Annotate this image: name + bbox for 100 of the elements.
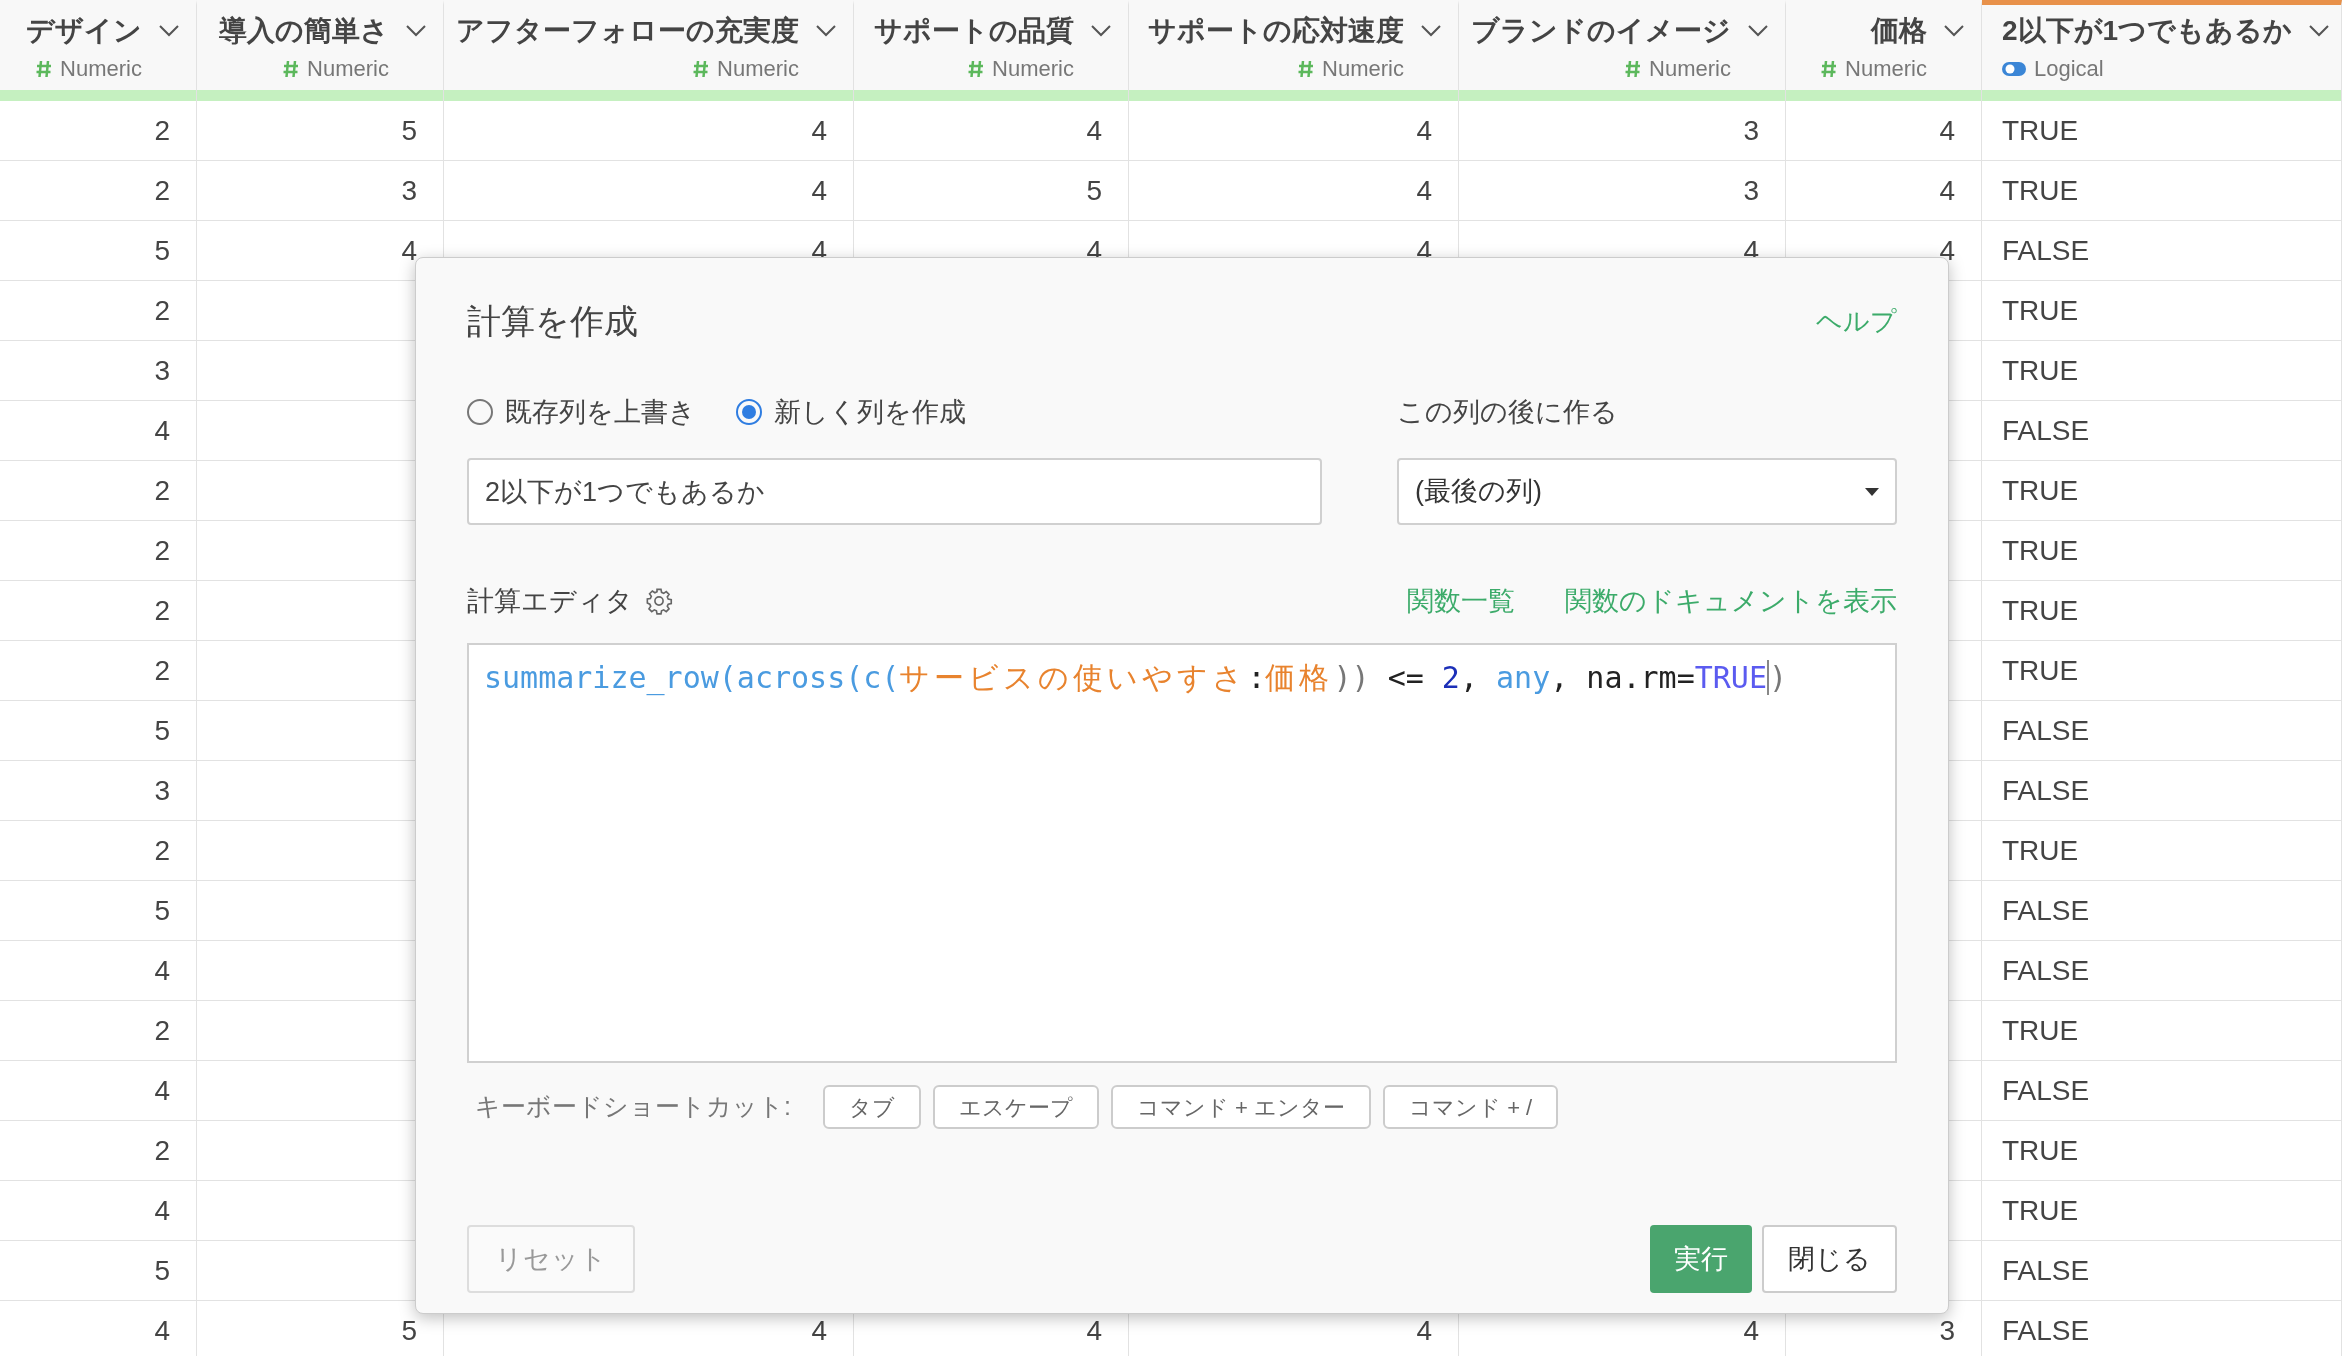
table-cell-text: FALSE (2002, 233, 2090, 268)
radio-button[interactable] (467, 399, 493, 425)
column-header[interactable]: 2以下が1つでもあるか Logical (1982, 0, 2342, 90)
radio-option[interactable]: 新しく列を作成 (736, 391, 966, 433)
shortcuts-label: キーボードショートカット: (475, 1091, 791, 1123)
column-name: ブランドのイメージ (1471, 14, 1731, 48)
column-type: Numeric (307, 55, 389, 83)
table-cell-text: 4 (1939, 173, 1955, 208)
column-type: Numeric (1322, 55, 1404, 83)
column-header[interactable]: サポートの応対速度 Numeric (1129, 0, 1459, 90)
chevron-down-icon[interactable] (1420, 24, 1442, 38)
table-cell-text: 3 (401, 173, 417, 208)
column-header[interactable]: デザイン Numeric (0, 0, 197, 90)
column-name: 2以下が1つでもあるか (2002, 14, 2293, 48)
table-cell-text: 4 (1743, 1313, 1759, 1348)
table-cell-text: 3 (1939, 1313, 1955, 1348)
caret-icon (1865, 487, 1879, 496)
column-header[interactable]: 価格 Numeric (1786, 0, 1982, 90)
table-cell-text: 5 (154, 713, 170, 748)
chevron-down-icon[interactable] (1747, 24, 1769, 38)
table-cell-text: 4 (1416, 113, 1432, 148)
table-cell-text: 2 (154, 113, 170, 148)
editor-label: 計算エディタ (467, 584, 633, 618)
hash-icon (283, 59, 300, 78)
table-cell-text: 5 (154, 233, 170, 268)
table-cell-text: 4 (154, 413, 170, 448)
table-cell-text: FALSE (2002, 713, 2090, 748)
position-dropdown[interactable]: (最後の列) (1397, 458, 1897, 525)
table-cell-text: TRUE (2002, 833, 2079, 868)
table-cell-text: 4 (811, 1313, 827, 1348)
table-cell-text: 2 (154, 593, 170, 628)
code-editor[interactable]: summarize_row(across(c(サービスの使いやすさ:価格)) <= 2, any, na.rm=TRUE) (467, 643, 1897, 1063)
chevron-down-icon[interactable] (1943, 24, 1965, 38)
table-cell-text: 3 (154, 353, 170, 388)
table-cell-text: FALSE (2002, 1253, 2090, 1288)
table-cell-text: 4 (1939, 113, 1955, 148)
chevron-down-icon[interactable] (815, 24, 837, 38)
column-type: Numeric (1845, 55, 1927, 83)
hash-icon (1298, 59, 1315, 78)
table-cell-text: 4 (1416, 173, 1432, 208)
shortcut-key: タブ (822, 1085, 921, 1129)
chevron-down-icon[interactable] (2308, 24, 2331, 38)
table-cell-text: TRUE (2002, 653, 2079, 688)
chevron-down-icon[interactable] (1090, 24, 1112, 38)
table-cell-text: TRUE (2002, 353, 2079, 388)
table-cell-text: FALSE (2002, 413, 2090, 448)
toggle-icon (2002, 61, 2026, 76)
column-header[interactable]: 導入の簡単さ Numeric (197, 0, 444, 90)
table-cell-text: TRUE (2002, 473, 2079, 508)
table-cell-text: 2 (154, 533, 170, 568)
column-name: サポートの応対速度 (1148, 14, 1404, 48)
table-cell-text: 4 (154, 953, 170, 988)
shortcut-key: コマンド + エンター (1110, 1085, 1372, 1129)
column-type: Numeric (717, 55, 799, 83)
table-cell-text: TRUE (2002, 533, 2079, 568)
table-cell-text: 5 (154, 1253, 170, 1288)
table-cell-text: 2 (154, 473, 170, 508)
radio-button[interactable] (736, 399, 762, 425)
table-cell-text: TRUE (2002, 1013, 2079, 1048)
table-cell-text: 4 (154, 1073, 170, 1108)
column-header[interactable]: ブランドのイメージ Numeric (1459, 0, 1786, 90)
table-cell-text: 4 (811, 173, 827, 208)
table-cell-text: 4 (811, 113, 827, 148)
table-cell-text: 5 (401, 113, 417, 148)
table-cell-text: 2 (154, 1133, 170, 1168)
dialog-title: 計算を作成 (467, 300, 638, 342)
column-name-field[interactable]: 2以下が1つでもあるか (467, 458, 1322, 525)
table-cell-text: 4 (154, 1193, 170, 1228)
close-button[interactable]: 閉じる (1762, 1225, 1897, 1293)
column-name: デザイン (26, 14, 142, 48)
table-cell-text: 5 (1086, 173, 1102, 208)
table-cell-text: TRUE (2002, 113, 2079, 148)
column-type: Numeric (992, 55, 1074, 83)
code-line: summarize_row(across(c(サービスの使いやすさ:価格)) <= 2, any, na.rm=TRUE) (484, 660, 1788, 695)
field-label: この列の後に作る (1397, 395, 1619, 429)
column-header[interactable]: サポートの品質 Numeric (854, 0, 1129, 90)
table-cell-text: TRUE (2002, 173, 2079, 208)
table-cell-text: FALSE (2002, 893, 2090, 928)
table-cell-text: 2 (154, 1013, 170, 1048)
table-cell-text: 2 (154, 653, 170, 688)
table-cell-text: 2 (154, 293, 170, 328)
chevron-down-icon[interactable] (158, 24, 180, 38)
table-cell-text: TRUE (2002, 1193, 2079, 1228)
table-cell-text: 3 (1743, 113, 1759, 148)
table-cell-text: 5 (154, 893, 170, 928)
hash-icon (36, 59, 53, 78)
table-cell-text: 4 (1416, 1313, 1432, 1348)
column-type: Numeric (1649, 55, 1731, 83)
settings-icon[interactable] (645, 587, 673, 615)
shortcut-key: コマンド + / (1383, 1085, 1559, 1129)
table-cell-text: 4 (154, 1313, 170, 1348)
shortcut-key: エスケープ (932, 1085, 1099, 1129)
table-cell-text: 2 (154, 833, 170, 868)
table-cell-text: TRUE (2002, 293, 2079, 328)
chevron-down-icon[interactable] (405, 24, 427, 38)
radio-option[interactable]: 既存列を上書き (467, 391, 696, 433)
column-header[interactable]: アフターフォローの充実度 Numeric (444, 0, 854, 90)
hash-icon (968, 59, 985, 78)
column-name: アフターフォローの充実度 (456, 14, 799, 48)
hash-icon (1821, 59, 1838, 78)
